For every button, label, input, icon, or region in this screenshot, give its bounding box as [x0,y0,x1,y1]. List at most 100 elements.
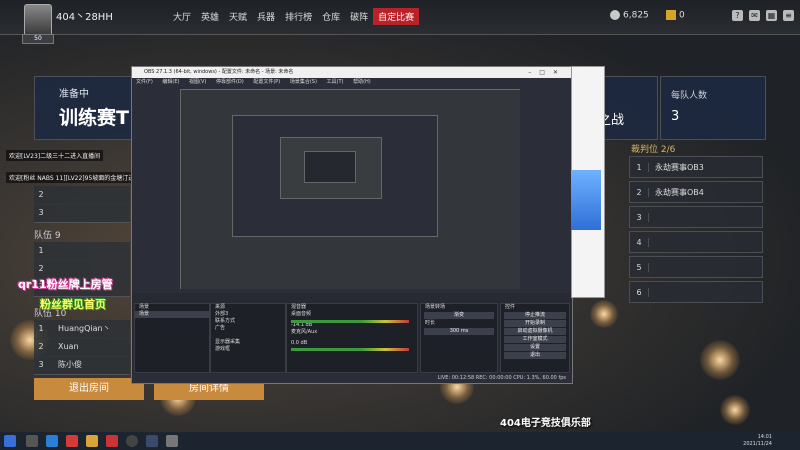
obs-icon[interactable] [126,435,138,447]
referee-list: 1 永劫赛事OB3 2 永劫赛事OB4 3 4 5 6 [629,156,763,306]
menu-file[interactable]: 文件(F) [136,79,153,85]
nav-heroes[interactable]: 英雄 [196,8,224,25]
start-recording-button[interactable]: 开始录制 [504,320,566,327]
window-controls[interactable]: –□✕ [528,67,566,78]
referee-slot[interactable]: 1 永劫赛事OB3 [629,156,763,178]
nav-formation[interactable]: 破阵 [345,8,373,25]
bokeh-light [720,395,750,425]
team-slot[interactable]: 2 Xuan [34,338,130,357]
transition-select[interactable]: 渐变 [424,312,494,319]
avatar[interactable] [24,4,52,38]
shop-icon[interactable]: ▦ [766,10,777,21]
start-icon[interactable] [4,435,16,447]
source-item[interactable] [211,332,285,339]
controls-dock: 控件 停止推流 开始录制 启动虚拟摄像机 工作室模式 设置 退出 [500,303,570,373]
obs-statusbar: LIVE: 00:12:58 REC: 00:00:00 CPU: 1.3%, … [132,374,572,383]
game-icon[interactable] [166,435,178,447]
menu-help[interactable]: 帮助(H) [353,79,371,85]
team-slot[interactable]: 3 陈小俊 [34,356,130,375]
nav-custom-match[interactable]: 自定比赛 [373,8,420,25]
gold-bar-icon [666,10,676,20]
menu-tools[interactable]: 工具(T) [327,79,344,85]
menu-edit[interactable]: 编辑(E) [162,79,179,85]
menu-view[interactable]: 视图(V) [189,79,206,85]
source-item[interactable]: 联系方式 [211,318,285,325]
source-item[interactable]: 显示器采集 [211,339,285,346]
settings-icon[interactable]: ≡ [783,10,794,21]
mixer-dock-title: 混音器 [291,304,307,310]
team-slot[interactable]: 3 [34,204,130,223]
nav-weapons[interactable]: 兵器 [252,8,280,25]
transitions-dock-title: 场景转场 [425,304,446,310]
promo-banner[interactable] [571,170,601,230]
obs-menubar: 文件(F) 编辑(E) 视图(V) 停靠部件(D) 配置文件(P) 场景集合(S… [132,78,572,87]
team-size-label: 每队人数 [671,91,708,101]
mail-icon[interactable]: ✉ [749,10,760,21]
referee-slot[interactable]: 4 [629,231,763,253]
studio-mode-button[interactable]: 工作室模式 [504,336,566,343]
settings-button[interactable]: 设置 [504,344,566,351]
source-item[interactable]: 外部3 [211,311,285,318]
team9-header: 队伍 9 [34,231,61,241]
username: 404丶28HH [56,12,113,23]
steam-icon[interactable] [146,435,158,447]
referee-slot[interactable]: 3 [629,206,763,228]
duration-label: 时长 [425,320,436,326]
duration-input[interactable]: 300 ms [424,328,494,335]
folder-icon[interactable] [86,435,98,447]
room-status: 准备中 [59,89,89,100]
mixer-channel-db: 0.0 dB [291,340,308,346]
silver-currency: 6,825 [610,10,649,21]
virtual-camera-button[interactable]: 启动虚拟摄像机 [504,328,566,335]
nav-lobby[interactable]: 大厅 [168,8,196,25]
help-icon[interactable]: ? [732,10,743,21]
top-bar: 50 404丶28HH 大厅 英雄 天赋 兵器 排行榜 仓库 破阵 自定比赛 6… [0,0,800,44]
silver-coin-icon [610,10,620,20]
gold-currency: 0 [666,10,685,21]
referee-slot[interactable]: 2 永劫赛事OB4 [629,181,763,203]
mixer-channel-name: 麦克风/Aux [291,329,318,335]
team-slot[interactable]: 1 [34,242,130,261]
source-item[interactable]: 游戏框 [211,346,285,353]
taskbar-clock[interactable]: 14:01 2021/11/24 [743,434,772,448]
mixer-channel-db: -14.1 dB [291,322,313,328]
obs-preview[interactable] [180,89,520,289]
team-slot[interactable]: 1 HuangQian丶 [34,320,130,339]
chat-message: 欢迎[LV23]二级三十二进入直播间 [6,150,104,161]
leave-room-button[interactable]: 退出房间 [34,378,144,400]
team-slot[interactable]: 2 [34,186,130,205]
brand-watermark: 404电子竞技俱乐部 [500,418,591,429]
preview-nested-obs-inner [304,151,356,183]
scenes-dock-title: 场景 [139,304,150,310]
sources-dock: 来源 外部3 联系方式 广告 显示器采集 游戏框 [210,303,286,373]
room-title: 训练赛T [59,107,129,129]
search-icon[interactable] [26,435,38,447]
transitions-dock: 场景转场 渐变 时长 300 ms [420,303,498,373]
menu-profile[interactable]: 配置文件(P) [253,79,280,85]
edge-icon[interactable] [46,435,58,447]
bokeh-light [700,340,740,380]
mixer-dock: 混音器 桌面音频 -14.1 dB 麦克风/Aux 0.0 dB [286,303,418,373]
referee-slot[interactable]: 5 [629,256,763,278]
app-icon[interactable] [66,435,78,447]
nav-talents[interactable]: 天赋 [224,8,252,25]
main-nav: 大厅 英雄 天赋 兵器 排行榜 仓库 破阵 自定比赛 [168,8,420,25]
nav-storage[interactable]: 仓库 [317,8,345,25]
controls-dock-title: 控件 [505,304,516,310]
nav-leaderboard[interactable]: 排行榜 [280,8,317,25]
obs-titlebar: OBS 27.1.3 (64-bit, windows) - 配置文件: 未命名… [132,67,572,78]
exit-button[interactable]: 退出 [504,352,566,359]
bokeh-light [590,300,618,328]
team-size-value: 3 [671,109,680,124]
referee-slot[interactable]: 6 [629,281,763,303]
scene-item[interactable]: 场景 [135,311,209,318]
fan-badge-sticker: qr11粉丝牌上房管 [18,278,113,291]
source-item[interactable]: 广告 [211,325,285,332]
menu-scene-collection[interactable]: 场景集合(S) [290,79,317,85]
obs-docks: 场景 场景 来源 外部3 联系方式 广告 显示器采集 游戏框 混音器 桌面音频 … [132,293,572,383]
stop-streaming-button[interactable]: 停止推流 [504,312,566,319]
menu-docks[interactable]: 停靠部件(D) [216,79,244,85]
windows-taskbar: 14:01 2021/11/24 [0,432,800,450]
level-badge: 50 [22,34,54,44]
app-icon[interactable] [106,435,118,447]
